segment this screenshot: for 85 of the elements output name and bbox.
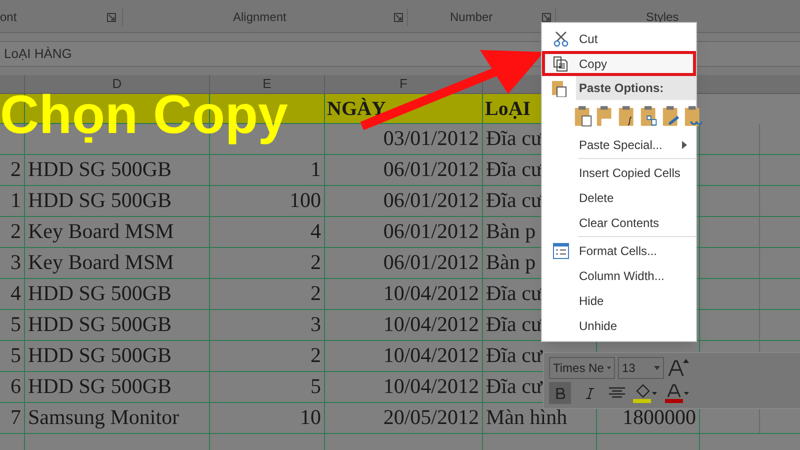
table-cell-text: 3	[10, 249, 21, 276]
table-cell-text: HDD SG 500GB	[28, 342, 172, 370]
table-cell-text: 5	[10, 311, 21, 338]
menu-item[interactable]: Delete	[542, 185, 696, 210]
table-cell-text: 03/01/2012	[383, 125, 479, 152]
menu-item[interactable]: Column Width...	[542, 263, 696, 288]
table-cell-text: Samsung Monitor	[28, 404, 180, 432]
table-cell-text: Đĩa cư	[486, 373, 542, 400]
clipboard-icon[interactable]	[662, 105, 680, 127]
table-cell-text: 5	[310, 373, 321, 400]
table-cell-text: HDD SG 500GB	[28, 373, 172, 400]
table-cell-text: 06/01/2012	[383, 249, 479, 276]
ribbon-group-label: Styles	[646, 10, 679, 24]
menu-item[interactable]: Clear Contents	[542, 210, 696, 235]
table-cell-text: HDD SG 500GB	[28, 156, 172, 184]
menu-item[interactable]: Paste Special...	[542, 132, 696, 157]
dialog-launcher-icon[interactable]	[542, 12, 551, 22]
table-cell-text: 10/04/2012	[383, 373, 479, 400]
paste-options-header: Paste Options:	[576, 76, 696, 100]
italic-icon	[586, 388, 594, 399]
clipboard-icon[interactable]	[596, 105, 614, 127]
table-cell-text: Bàn p	[486, 249, 536, 276]
table-cell-text: 6	[10, 373, 21, 400]
table-cell-text: 06/01/2012	[383, 218, 479, 246]
caret-icon	[606, 366, 611, 370]
menu-item[interactable]: Copy	[542, 51, 696, 76]
table-cell-text: HDD SG 500GB	[28, 311, 172, 338]
table-cell-text: HDD SG 500GB	[28, 280, 172, 308]
table-cell-text: Key Board MSM	[28, 249, 174, 276]
table-header-cell-text: NGÀY	[327, 96, 386, 122]
table-cell-text: 2	[310, 280, 321, 308]
font-color-icon[interactable]	[665, 383, 689, 404]
table-header-cell-text: LoẠI	[485, 96, 531, 122]
table-cell-text: 3	[310, 311, 321, 338]
table-cell-text: 7	[10, 404, 21, 432]
menu-item[interactable]: Insert Copied Cells	[542, 160, 696, 185]
table-cell-text: 5	[10, 342, 21, 370]
clipboard-icon[interactable]	[618, 105, 636, 127]
scissors-icon	[552, 30, 568, 46]
bold-icon	[556, 388, 564, 399]
table-cell-text: Màn hình	[486, 404, 568, 432]
menu-item[interactable]: Hide	[542, 288, 696, 313]
table-cell-text: 1	[10, 187, 21, 214]
table-cell-text: 10/04/2012	[383, 342, 479, 370]
table-cell-text: 2	[10, 156, 21, 184]
table-cell-text: 10	[300, 404, 321, 432]
font-name-dropdown[interactable]: Times Ne	[549, 356, 615, 379]
menu-item[interactable]: Cut	[542, 26, 696, 51]
table-cell-text: Key Board MSM	[28, 218, 174, 246]
clipboard-icon[interactable]	[684, 105, 702, 127]
copy-icon	[552, 56, 568, 72]
grow-font-icon[interactable]	[667, 358, 689, 378]
table-cell-text: 2	[310, 249, 321, 276]
table-cell-text: 4	[310, 218, 321, 246]
dialog-launcher-icon[interactable]	[107, 12, 116, 22]
table-cell-text: HDD SG 500GB	[28, 187, 172, 214]
clipboard-icon[interactable]	[574, 105, 592, 127]
table-cell-text: 20/05/2012	[383, 404, 479, 432]
clipboard-icon	[551, 79, 567, 97]
table-cell-text: 2	[310, 342, 321, 370]
submenu-arrow-icon	[682, 140, 687, 148]
ribbon-group-label: Number	[450, 9, 493, 26]
fill-color-icon[interactable]	[633, 383, 657, 404]
menu-item[interactable]: Format Cells...	[542, 238, 696, 263]
table-cell-text: 10/04/2012	[383, 280, 479, 308]
table-cell-text: 1800000	[622, 404, 696, 432]
align-center-icon[interactable]	[609, 387, 625, 400]
font-size-dropdown[interactable]: 13	[618, 356, 664, 379]
table-cell-text: Đĩa cư	[486, 342, 542, 370]
table-cell-text: 2	[10, 218, 21, 246]
table-cell-text: 1	[310, 156, 321, 184]
table-cell-text: 100	[290, 187, 321, 214]
table-cell-text: 06/01/2012	[383, 156, 479, 184]
table-cell-text: 06/01/2012	[383, 187, 479, 214]
table-cell-text: 10/04/2012	[383, 311, 479, 338]
table-cell-text: Bàn p	[486, 218, 536, 246]
format-cells-icon	[552, 242, 568, 258]
ribbon-group-label: ont	[0, 9, 17, 26]
clipboard-icon[interactable]	[640, 105, 658, 127]
ribbon-group-label: Alignment	[233, 9, 286, 26]
menu-item[interactable]: Unhide	[542, 313, 696, 338]
caret-icon	[654, 366, 660, 370]
dialog-launcher-icon[interactable]	[394, 12, 403, 22]
table-cell-text: 4	[10, 280, 21, 308]
bold-button[interactable]	[549, 382, 571, 404]
